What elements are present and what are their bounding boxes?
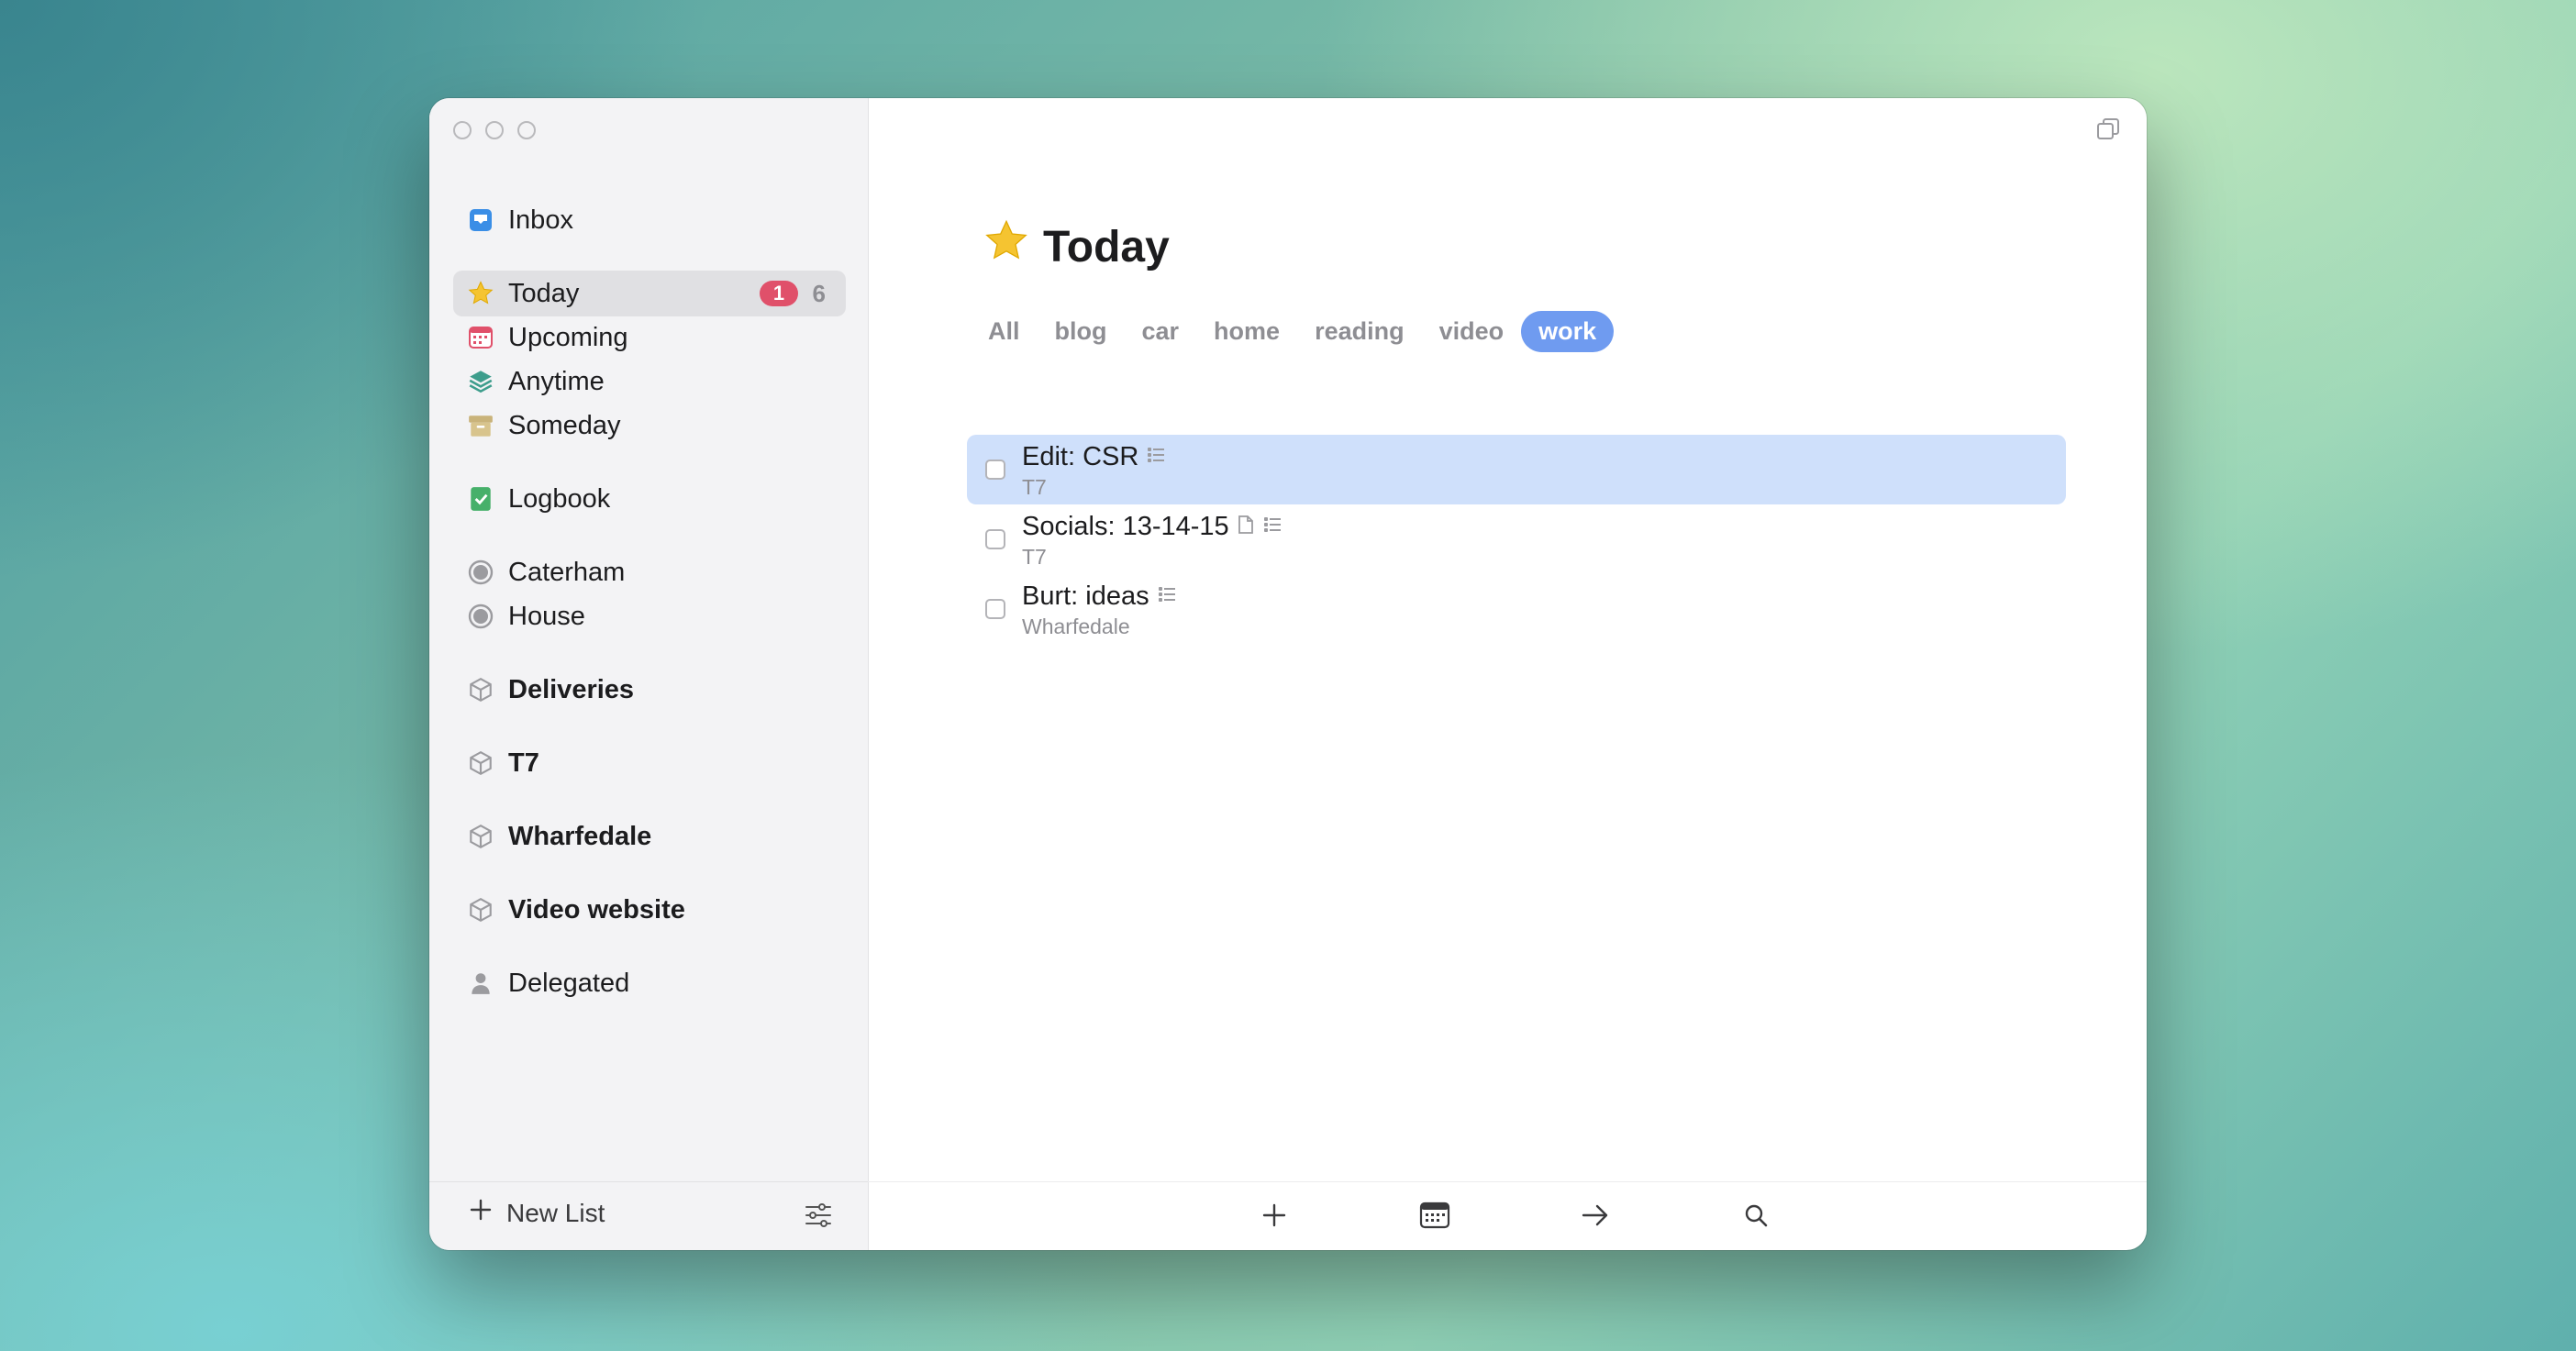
task-row[interactable]: Edit: CSR T7 [967,435,2066,504]
sidebar-item-label: Upcoming [508,322,628,352]
task-title: Burt: ideas [1022,581,1177,612]
sidebar-item-label: Today [508,278,580,308]
bottom-toolbar [868,1181,2147,1250]
note-icon [1237,512,1255,542]
sliders-icon [804,1203,833,1234]
sidebar-item-wharfedale[interactable]: Wharfedale [453,814,846,859]
sidebar-item-label: Inbox [508,205,573,235]
tag-work[interactable]: work [1521,311,1615,352]
task-title-text: Edit: CSR [1022,442,1139,471]
new-list-button[interactable]: New List [468,1197,605,1229]
tag-home[interactable]: home [1196,311,1297,352]
window-controls [453,121,536,139]
calendar-icon [466,323,495,352]
sidebar-item-label: Deliveries [508,674,635,704]
task-project: T7 [1022,545,1047,569]
sidebar-footer: New List [429,1181,868,1250]
minimize-window-button[interactable] [485,121,504,139]
sidebar-item-logbook[interactable]: Logbook [453,476,846,522]
duplicate-icon [2095,118,2121,146]
zoom-window-button[interactable] [517,121,536,139]
settings-sliders-button[interactable] [804,1201,833,1235]
sidebar-item-label: Anytime [508,366,605,396]
task-title-text: Burt: ideas [1022,581,1149,611]
tag-car[interactable]: car [1125,311,1197,352]
new-list-label: New List [506,1198,605,1227]
task-title: Edit: CSR [1022,442,1166,472]
add-task-button[interactable] [1258,1201,1291,1234]
sidebar: Inbox Today 1 6 Upcoming Anytime Someday… [429,98,869,1250]
sidebar-item-t7[interactable]: T7 [453,740,846,786]
count-badge: 6 [812,280,826,307]
move-button[interactable] [1579,1201,1612,1234]
progress-circle-icon [466,558,495,587]
sidebar-item-anytime[interactable]: Anytime [453,359,846,404]
task-checkbox[interactable] [985,599,1005,619]
task-row[interactable]: Socials: 13-14-15 T7 [967,504,2066,574]
due-badge: 1 [760,281,798,306]
task-project: T7 [1022,475,1047,499]
sidebar-item-caterham[interactable]: Caterham [453,549,846,595]
checklist-icon [1262,512,1282,542]
main-content: Today All blog car home reading video wo… [868,98,2147,1250]
tag-video[interactable]: video [1422,311,1522,352]
task-project: Wharfedale [1022,615,1130,638]
duplicate-window-button[interactable] [2095,116,2121,147]
arrow-right-icon [1581,1202,1610,1234]
task-checkbox[interactable] [985,529,1005,549]
task-checkbox[interactable] [985,460,1005,480]
checklist-icon [1157,581,1177,612]
archive-box-icon [466,411,495,440]
sidebar-item-house[interactable]: House [453,593,846,639]
task-title-text: Socials: 13-14-15 [1022,512,1229,541]
sidebar-item-label: Delegated [508,968,630,998]
sidebar-item-deliveries[interactable]: Deliveries [453,667,846,713]
cube-icon [466,895,495,925]
schedule-button[interactable] [1418,1201,1451,1234]
task-title: Socials: 13-14-15 [1022,512,1282,542]
plus-icon [1260,1202,1288,1234]
sidebar-item-label: Someday [508,410,621,440]
task-row[interactable]: Burt: ideas Wharfedale [967,574,2066,644]
star-icon [466,279,495,308]
tag-reading[interactable]: reading [1297,311,1422,352]
sidebar-item-label: Wharfedale [508,821,652,851]
cube-icon [466,822,495,851]
sidebar-item-label: House [508,601,585,631]
person-icon [466,969,495,998]
sidebar-item-label: Caterham [508,557,626,587]
close-window-button[interactable] [453,121,472,139]
search-button[interactable] [1739,1201,1772,1234]
tag-all[interactable]: All [971,311,1038,352]
sidebar-item-label: T7 [508,747,539,778]
sidebar-item-delegated[interactable]: Delegated [453,960,846,1006]
cube-icon [466,675,495,704]
star-icon [983,217,1030,276]
sidebar-item-inbox[interactable]: Inbox [453,197,846,243]
page-title-text: Today [1043,222,1170,271]
search-icon [1743,1202,1769,1233]
sidebar-item-someday[interactable]: Someday [453,403,846,448]
tag-filter-bar: All blog car home reading video work [971,311,1615,352]
sidebar-item-label: Logbook [508,483,611,514]
tag-blog[interactable]: blog [1038,311,1125,352]
plus-icon [468,1197,494,1229]
inbox-icon [466,205,495,235]
checklist-icon [1146,442,1166,472]
app-window: Inbox Today 1 6 Upcoming Anytime Someday… [429,98,2147,1250]
sidebar-item-label: Video website [508,894,685,925]
sidebar-item-video-website[interactable]: Video website [453,887,846,933]
cube-icon [466,748,495,778]
page-title: Today [983,217,1170,276]
layers-icon [466,367,495,396]
sidebar-item-upcoming[interactable]: Upcoming [453,315,846,360]
progress-circle-icon [466,602,495,631]
logbook-check-icon [466,484,495,514]
calendar-icon [1419,1201,1450,1235]
sidebar-item-today[interactable]: Today 1 6 [453,271,846,316]
